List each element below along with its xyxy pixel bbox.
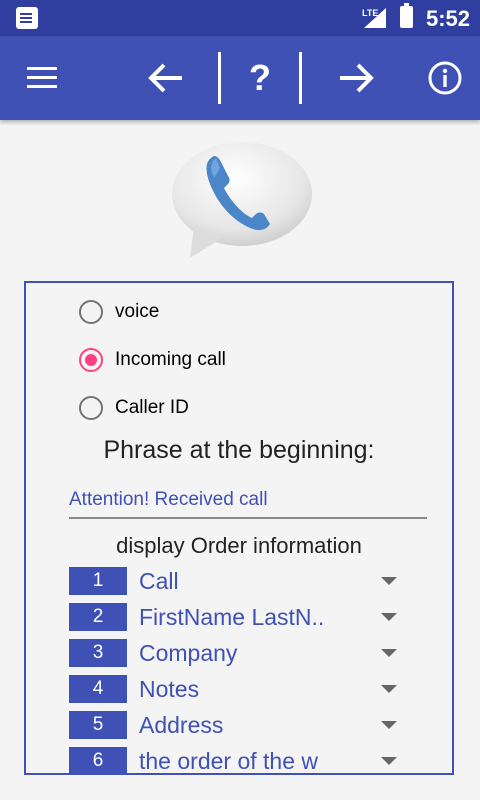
menu-icon bbox=[27, 67, 57, 88]
battery-icon bbox=[400, 3, 413, 28]
status-bar: LTE 5:52 bbox=[0, 0, 480, 36]
order-item-number: 3 bbox=[69, 639, 127, 667]
option-label: voice bbox=[115, 301, 160, 322]
dropdown-arrow-icon[interactable] bbox=[381, 577, 397, 585]
dropdown-arrow-icon[interactable] bbox=[381, 757, 397, 765]
order-item-row[interactable]: 6 the order of the w bbox=[69, 747, 409, 774]
notification-icon bbox=[16, 7, 38, 29]
dropdown-arrow-icon[interactable] bbox=[381, 721, 397, 729]
menu-button[interactable] bbox=[14, 36, 70, 120]
phrase-heading: Phrase at the beginning: bbox=[103, 436, 375, 464]
order-item-value: Address bbox=[139, 712, 224, 738]
dropdown-arrow-icon[interactable] bbox=[381, 613, 397, 621]
order-item-value: Notes bbox=[139, 676, 200, 702]
order-item-number: 5 bbox=[69, 711, 127, 739]
network-type-label: LTE bbox=[362, 8, 379, 18]
back-button[interactable] bbox=[136, 36, 196, 120]
order-item-row[interactable]: 1 Call bbox=[69, 567, 409, 595]
option-voice[interactable]: voice bbox=[79, 297, 159, 327]
radio-button-checked[interactable] bbox=[79, 348, 103, 372]
dropdown-arrow-icon[interactable] bbox=[381, 685, 397, 693]
phone-chat-bubble-icon bbox=[172, 142, 312, 258]
order-heading: display Order information bbox=[116, 533, 362, 558]
settings-card: voice Incoming call Caller ID Phrase at … bbox=[24, 281, 454, 775]
order-item-row[interactable]: 3 Company bbox=[69, 639, 409, 667]
order-item-row[interactable]: 5 Address bbox=[69, 711, 409, 739]
back-arrow-icon bbox=[148, 63, 182, 93]
option-caller-id[interactable]: Caller ID bbox=[79, 393, 189, 423]
forward-arrow-icon bbox=[340, 63, 374, 93]
forward-button[interactable] bbox=[326, 36, 386, 120]
option-label: Incoming call bbox=[115, 349, 226, 370]
order-item-value: Call bbox=[139, 568, 179, 594]
toolbar-divider bbox=[299, 52, 302, 104]
order-item-number: 4 bbox=[69, 675, 127, 703]
order-item-number: 2 bbox=[69, 603, 127, 631]
order-item-value: the order of the w bbox=[139, 748, 318, 774]
option-label: Caller ID bbox=[115, 397, 189, 418]
status-time: 5:52 bbox=[426, 6, 471, 31]
option-incoming-call[interactable]: Incoming call bbox=[79, 345, 226, 375]
info-button[interactable] bbox=[420, 36, 470, 120]
order-item-row[interactable]: 4 Notes bbox=[69, 675, 409, 703]
order-item-number: 6 bbox=[69, 747, 127, 773]
help-button[interactable]: ? bbox=[230, 36, 290, 120]
dropdown-arrow-icon[interactable] bbox=[381, 649, 397, 657]
radio-button[interactable] bbox=[79, 396, 103, 420]
app-toolbar: ? bbox=[0, 36, 480, 120]
order-item-row[interactable]: 2 FirstName LastN.. bbox=[69, 603, 409, 631]
info-icon bbox=[428, 61, 462, 95]
order-item-value: FirstName LastN.. bbox=[139, 604, 325, 630]
phrase-input[interactable] bbox=[69, 483, 427, 519]
toolbar-divider bbox=[218, 52, 221, 104]
radio-button[interactable] bbox=[79, 300, 103, 324]
order-item-value: Company bbox=[139, 640, 238, 666]
help-icon: ? bbox=[249, 57, 271, 98]
order-item-number: 1 bbox=[69, 567, 127, 595]
